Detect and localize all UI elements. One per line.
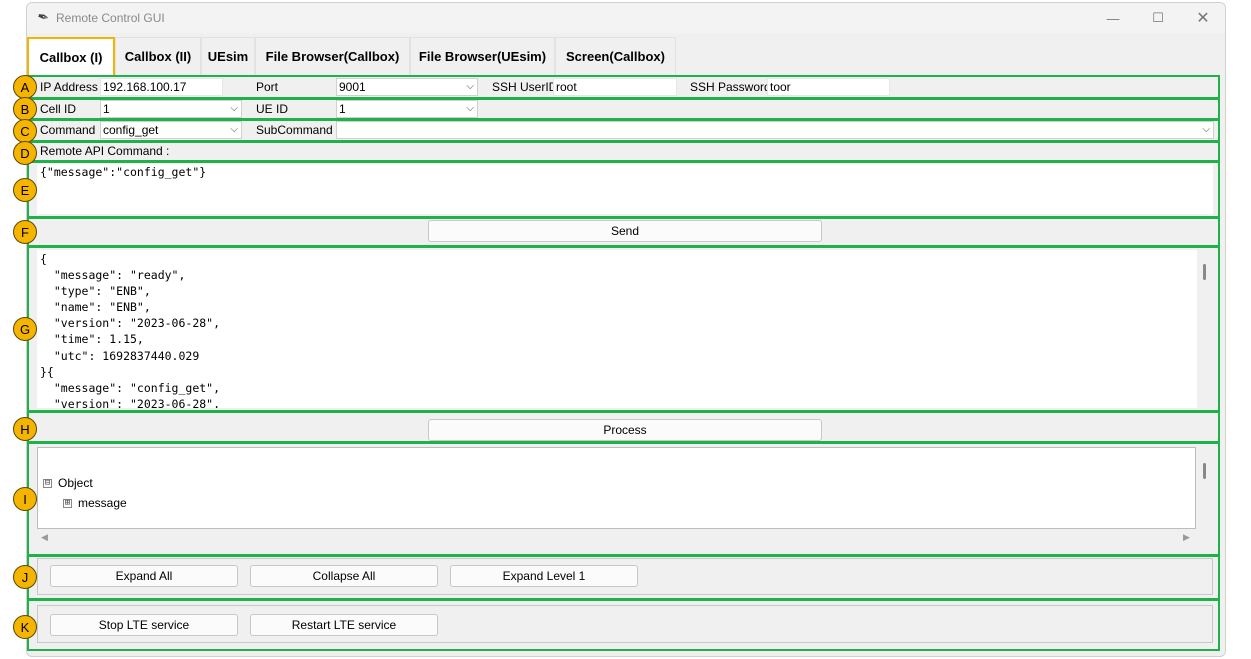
ip-address-input[interactable]: 192.168.100.17 <box>100 78 223 96</box>
port-label: Port <box>254 79 279 96</box>
tab-file-browser-uesim[interactable]: File Browser(UEsim) <box>410 37 555 75</box>
response-textarea[interactable]: { "message": "ready", "type": "ENB", "na… <box>37 250 1197 408</box>
marker-b: B <box>13 97 37 121</box>
tree-scrollbar-thumb[interactable] <box>1203 463 1206 479</box>
tab-file-browser-callbox[interactable]: File Browser(Callbox) <box>255 37 410 75</box>
marker-k: K <box>13 615 37 639</box>
ue-id-value: 1 <box>339 102 346 116</box>
cell-id-label: Cell ID <box>38 101 77 118</box>
ip-address-label: IP Address <box>38 79 100 96</box>
scroll-left-icon[interactable]: ◀ <box>41 532 48 543</box>
stop-lte-service-button[interactable]: Stop LTE service <box>50 614 238 636</box>
subcommand-label: SubCommand <box>254 122 333 139</box>
ue-id-select[interactable]: 1 ⌵ <box>336 100 478 118</box>
marker-g: G <box>13 317 37 341</box>
marker-e: E <box>13 178 37 202</box>
tree-item-label: Object <box>58 476 93 490</box>
send-button[interactable]: Send <box>428 220 822 242</box>
marker-f: F <box>13 220 37 244</box>
command-label: Command <box>38 122 96 139</box>
marker-c: C <box>13 119 37 143</box>
chevron-down-icon: ⌵ <box>230 103 238 114</box>
tab-screen-callbox[interactable]: Screen(Callbox) <box>555 37 676 75</box>
marker-a: A <box>13 75 37 99</box>
expand-all-button[interactable]: Expand All <box>50 565 238 587</box>
command-textarea[interactable]: {"message":"config_get"} <box>37 164 1213 214</box>
command-select[interactable]: config_get ⌵ <box>100 121 242 139</box>
expand-level-1-button[interactable]: Expand Level 1 <box>450 565 638 587</box>
window-title: Remote Control GUI <box>56 11 165 25</box>
ue-id-label: UE ID <box>254 101 289 118</box>
maximize-button[interactable]: ☐ <box>1135 3 1181 33</box>
minimize-button[interactable]: — <box>1090 3 1136 33</box>
remote-api-command-label: Remote API Command : <box>38 143 170 160</box>
marker-h: H <box>13 417 37 441</box>
ssh-userid-label: SSH UserID <box>490 79 558 96</box>
close-button[interactable]: ✕ <box>1180 3 1225 33</box>
tree-item-object[interactable]: ⊟ Object <box>43 476 93 490</box>
marker-d: D <box>13 141 37 165</box>
chevron-down-icon: ⌵ <box>466 103 474 114</box>
port-select[interactable]: 9001 ⌵ <box>336 78 478 96</box>
tab-callbox-1[interactable]: Callbox (I) <box>27 37 115 75</box>
subcommand-select[interactable]: ⌵ <box>336 121 1214 139</box>
expand-icon[interactable]: ⊞ <box>63 498 72 508</box>
json-tree-view: ⊟ Object ⊞ message <box>37 447 1196 529</box>
ssh-userid-input[interactable]: root <box>553 78 677 96</box>
title-bar: ✒ Remote Control GUI — ☐ ✕ <box>27 3 1225 33</box>
collapse-icon[interactable]: ⊟ <box>43 478 52 488</box>
marker-i: I <box>13 487 37 511</box>
ssh-password-input[interactable]: toor <box>767 78 890 96</box>
restart-lte-service-button[interactable]: Restart LTE service <box>250 614 438 636</box>
response-scrollbar-thumb[interactable] <box>1203 264 1206 280</box>
feather-icon: ✒ <box>35 7 51 26</box>
chevron-down-icon: ⌵ <box>466 81 474 92</box>
port-value: 9001 <box>339 80 366 94</box>
tab-bar: Callbox (I) Callbox (II) UEsim File Brow… <box>27 37 1225 75</box>
tree-item-message[interactable]: ⊞ message <box>63 496 127 510</box>
scroll-right-icon[interactable]: ▶ <box>1183 532 1190 543</box>
process-button[interactable]: Process <box>428 419 822 441</box>
tree-item-label: message <box>78 496 127 510</box>
command-value: config_get <box>103 123 159 137</box>
row-api-label-box <box>27 141 1220 162</box>
chevron-down-icon: ⌵ <box>1202 124 1210 135</box>
chevron-down-icon: ⌵ <box>230 124 238 135</box>
tab-uesim[interactable]: UEsim <box>201 37 255 75</box>
cell-id-select[interactable]: 1 ⌵ <box>100 100 242 118</box>
tab-callbox-2[interactable]: Callbox (II) <box>115 37 201 75</box>
cell-id-value: 1 <box>103 102 110 116</box>
collapse-all-button[interactable]: Collapse All <box>250 565 438 587</box>
ssh-password-label: SSH Password <box>688 79 771 96</box>
marker-j: J <box>13 565 37 589</box>
